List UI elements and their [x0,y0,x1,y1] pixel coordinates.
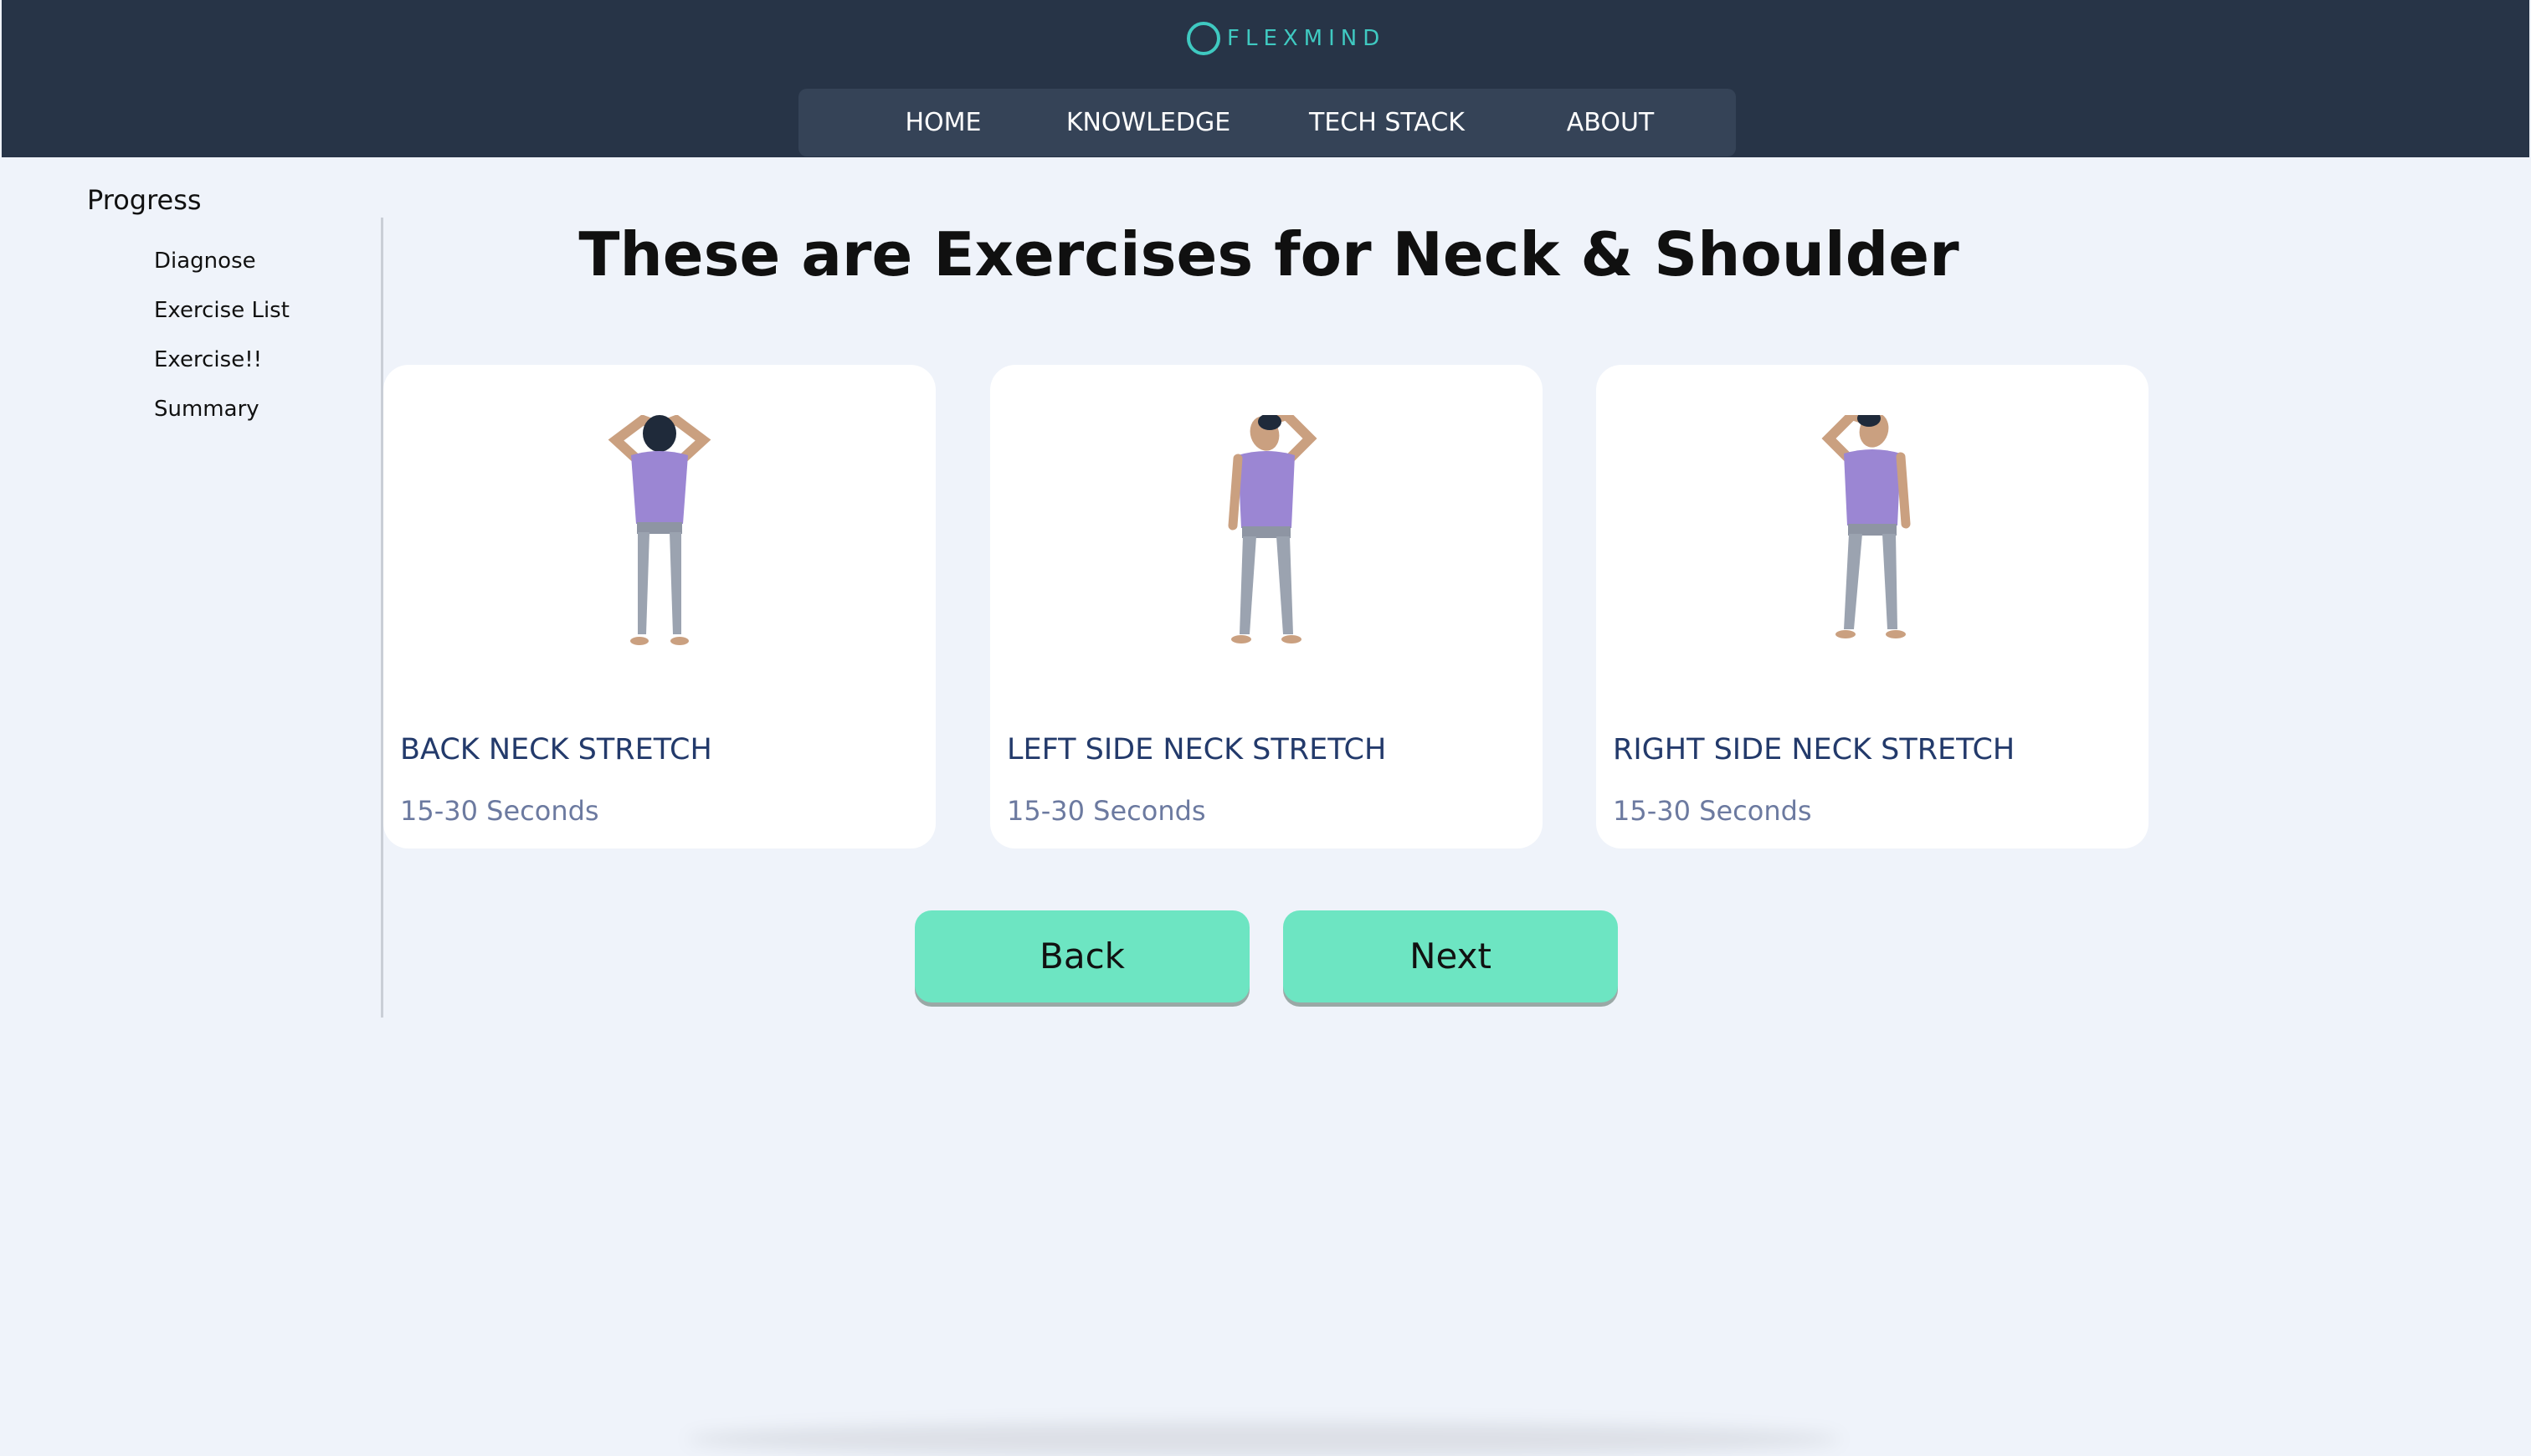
next-button[interactable]: Next [1283,910,1618,1002]
back-button[interactable]: Back [915,910,1250,1002]
progress-step-exercise[interactable]: Exercise!! [154,347,262,372]
nav-home[interactable]: HOME [864,89,1023,156]
logo-text: FLEXMIND [1227,26,1386,51]
nav-about[interactable]: ABOUT [1527,89,1694,156]
exercise-card-left-side-neck[interactable]: LEFT SIDE NECK STRETCH 15-30 Seconds [990,365,1543,848]
progress-step-diagnose[interactable]: Diagnose [154,249,256,274]
main-nav: HOME KNOWLEDGE TECH STACK ABOUT [798,89,1736,156]
flexmind-logo[interactable]: FLEXMIND [1187,20,1385,57]
nav-knowledge[interactable]: KNOWLEDGE [1056,89,1240,156]
exercise-duration: 15-30 Seconds [1613,795,1812,827]
exercise-name: LEFT SIDE NECK STRETCH [1007,733,1387,766]
progress-step-exercise-list[interactable]: Exercise List [154,298,290,323]
exercise-name: BACK NECK STRETCH [400,733,712,766]
page-title: These are Exercises for Neck & Shoulder [578,219,1959,290]
nav-tech-stack[interactable]: TECH STACK [1299,89,1475,156]
top-header: FLEXMIND HOME KNOWLEDGE TECH STACK ABOUT [2,0,2529,157]
exercise-name: RIGHT SIDE NECK STRETCH [1613,733,2015,766]
logo-ring-icon [1187,22,1220,55]
exercise-duration: 15-30 Seconds [400,795,599,827]
back-neck-stretch-figure-icon [608,415,711,645]
progress-title: Progress [87,184,202,216]
progress-step-summary[interactable]: Summary [154,397,259,422]
exercise-card-right-side-neck[interactable]: RIGHT SIDE NECK STRETCH 15-30 Seconds [1596,365,2149,848]
right-side-neck-stretch-figure-icon [1821,415,1911,638]
bottom-shadow [686,1423,1841,1456]
left-side-neck-stretch-figure-icon [1228,415,1317,643]
exercise-duration: 15-30 Seconds [1007,795,1206,827]
exercise-card-back-neck[interactable]: BACK NECK STRETCH 15-30 Seconds [383,365,936,848]
